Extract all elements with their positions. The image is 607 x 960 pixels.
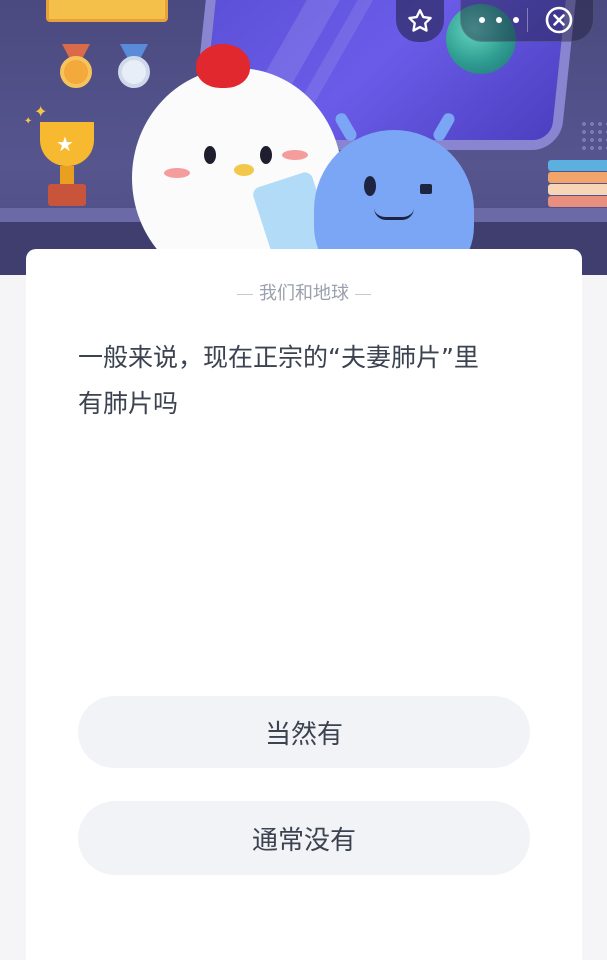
plaque-decoration (46, 0, 168, 22)
close-button[interactable] (543, 4, 575, 36)
books-icon (548, 160, 607, 210)
close-circle-icon (545, 6, 573, 34)
trophy-icon: ★ (32, 122, 102, 212)
mini-program-capsule (460, 0, 594, 42)
option-button-2[interactable]: 通常没有 (78, 801, 530, 875)
topic-line-left (237, 293, 253, 295)
dots-decoration (580, 120, 607, 150)
sparkle-icon: ✦ (34, 102, 48, 121)
topic-line-right (355, 293, 371, 295)
option-button-1[interactable]: 当然有 (78, 696, 530, 768)
topic-label: 我们和地球 (259, 283, 349, 304)
star-outline-icon (408, 9, 432, 32)
medal-gold-icon (56, 44, 96, 90)
header-illustration: ✦ ✦ ★ (0, 0, 607, 275)
more-dots-icon[interactable] (479, 10, 519, 30)
favorite-button[interactable] (396, 0, 444, 42)
question-text: 一般来说，现在正宗的“夫妻肺片”里有肺片吗 (78, 343, 479, 418)
question-card: 我们和地球 一般来说，现在正宗的“夫妻肺片”里有肺片吗 当然有 通常没有 (26, 249, 582, 960)
capsule-divider (527, 8, 528, 32)
topic-title: 我们和地球 (26, 279, 582, 305)
